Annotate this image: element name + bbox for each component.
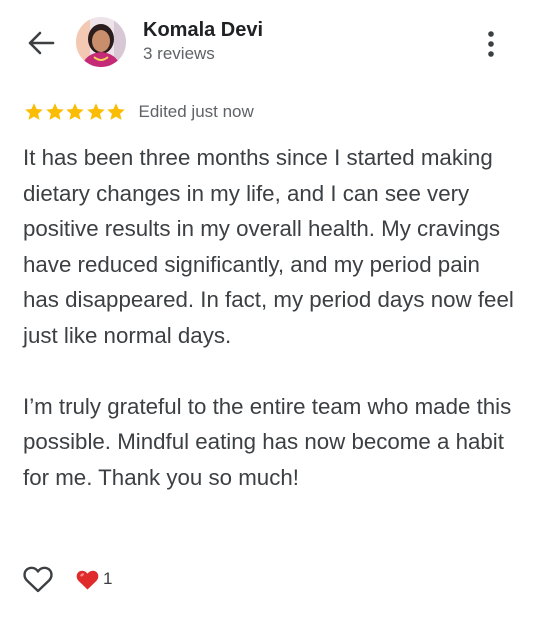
star-rating	[24, 102, 127, 122]
review-actions: 1	[22, 562, 112, 596]
reaction-summary[interactable]: 1	[75, 568, 112, 591]
reviewer-photo-icon	[76, 17, 126, 67]
back-button[interactable]	[26, 30, 56, 56]
like-button[interactable]	[22, 563, 54, 595]
star-icon	[86, 103, 105, 120]
review-text: It has been three months since I started…	[23, 140, 518, 495]
avatar[interactable]	[76, 17, 126, 67]
heart-outline-icon	[23, 566, 53, 593]
review-header: Komala Devi 3 reviews	[0, 0, 535, 90]
star-icon	[45, 103, 64, 120]
reaction-count: 1	[103, 569, 113, 588]
review-paragraph: It has been three months since I started…	[23, 145, 514, 348]
reviews-count: 3 reviews	[143, 44, 215, 63]
red-heart-icon	[76, 570, 99, 589]
rating-row: Edited just now	[24, 99, 254, 125]
arrow-back-icon	[28, 31, 55, 55]
star-icon	[25, 103, 43, 120]
reviewer-name[interactable]: Komala Devi	[143, 18, 263, 42]
review-paragraph: I’m truly grateful to the entire team wh…	[23, 393, 512, 490]
star-icon	[66, 103, 84, 120]
more-vert-icon	[488, 31, 494, 57]
more-options-button[interactable]	[483, 29, 499, 59]
edited-label: Edited just now	[138, 102, 254, 121]
star-icon	[107, 103, 125, 120]
